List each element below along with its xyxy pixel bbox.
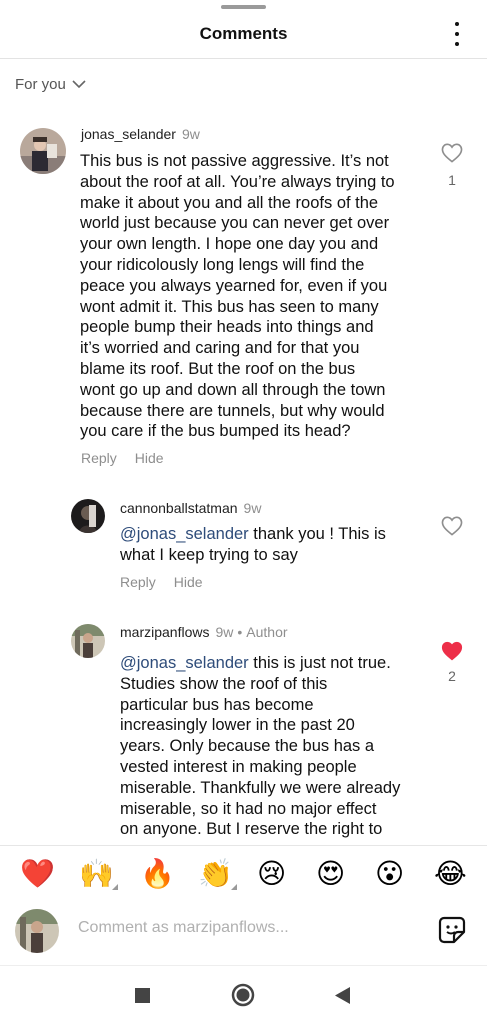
- comment-line: @jonas_selander this is just not true.: [120, 653, 430, 674]
- raising-hands-emoji-button[interactable]: 🙌: [79, 857, 118, 890]
- avatar[interactable]: [20, 128, 66, 174]
- heart-icon[interactable]: [441, 516, 463, 541]
- comment-line: world just because you can never get ove…: [80, 214, 390, 233]
- comment-text: @jonas_selander this is just not true. S…: [120, 653, 430, 840]
- comment-line: wont go up and down all through the town: [80, 380, 386, 399]
- comment-actions: Reply Hide: [81, 450, 182, 466]
- like-count: 2: [448, 668, 456, 684]
- comment-line: This bus is not passive aggressive. It’s…: [80, 152, 389, 170]
- crying-face-emoji-button[interactable]: 😢: [257, 858, 286, 890]
- sort-dropdown[interactable]: For you: [15, 76, 86, 93]
- heart-icon[interactable]: [441, 143, 463, 168]
- hide-button[interactable]: Hide: [174, 574, 203, 590]
- clapping-hands-emoji-button[interactable]: 👏: [198, 857, 237, 890]
- comment-line: your ridicolously long lengs will find t…: [80, 255, 365, 274]
- comment-line: on anyone. But I reserve the right to: [120, 820, 383, 839]
- comment-line: about the roof at all. You’re always try…: [80, 172, 395, 191]
- timestamp: 9w: [215, 624, 234, 640]
- comment-line: you care if the bus bumped its head?: [80, 422, 351, 441]
- comment-actions: Reply Hide: [120, 574, 221, 590]
- sort-label: For you: [15, 76, 66, 93]
- drag-handle[interactable]: [221, 5, 266, 9]
- comment-line: blame its roof. But the roof on the bus: [80, 359, 356, 378]
- heart-filled-icon[interactable]: [441, 641, 463, 666]
- system-nav-bar: [0, 965, 487, 1025]
- avatar[interactable]: [71, 499, 105, 533]
- separator-dot: •: [237, 624, 243, 640]
- username[interactable]: jonas_selander: [81, 126, 176, 142]
- comment-line: make it about you and all the roofs of t…: [80, 193, 379, 212]
- comment-line: @jonas_selander thank you ! This is: [120, 524, 430, 545]
- timestamp: 9w: [243, 500, 262, 516]
- comment-line: Studies show the roof of this: [120, 674, 328, 693]
- home-icon[interactable]: [231, 983, 255, 1007]
- comment-line: years. Only because the bus has a: [120, 737, 375, 756]
- reply-button[interactable]: Reply: [120, 574, 156, 590]
- comment-line: wont admit it. This bus has seen to many: [80, 297, 379, 316]
- fire-emoji-button[interactable]: 🔥: [140, 858, 175, 890]
- red-heart-emoji-button[interactable]: ❤️: [20, 858, 55, 890]
- more-vertical-icon[interactable]: [449, 22, 465, 46]
- username[interactable]: marzipanflows: [120, 624, 209, 640]
- comment-header: cannonballstatman 9w: [120, 500, 261, 516]
- reply-button[interactable]: Reply: [81, 450, 117, 466]
- skin-tone-indicator: [230, 884, 237, 890]
- surprised-face-emoji-button[interactable]: 😮: [375, 858, 404, 890]
- comment-text-fragment: thank you ! This is: [248, 525, 386, 543]
- page-title: Comments: [199, 24, 288, 43]
- comment-line: people bump their heads into things and: [80, 318, 374, 337]
- comment-text: This bus is not passive aggressive. It’s…: [80, 151, 430, 442]
- header: Comments: [0, 14, 487, 54]
- header-divider: [0, 58, 487, 59]
- comment-header: marzipanflows 9w • Author: [120, 624, 288, 640]
- comment-line: miserable. Thankfully we were already: [120, 778, 401, 797]
- comment-text-fragment: this is just not true.: [248, 654, 391, 672]
- comment-input[interactable]: Comment as marzipanflows...: [78, 919, 289, 937]
- comment-line: because there are tunnels, but why would: [80, 401, 385, 420]
- author-badge: Author: [246, 624, 288, 640]
- username[interactable]: cannonballstatman: [120, 500, 238, 516]
- comment-line: peace you always yearned for, even if yo…: [80, 276, 388, 295]
- back-icon[interactable]: [335, 987, 350, 1004]
- emoji-bar: ❤️ 🙌 🔥 👏 😢 😍 😮 😂: [0, 845, 487, 904]
- comment-line: increasingly lower in the past 20: [120, 716, 355, 735]
- heart-eyes-emoji-button[interactable]: 😍: [316, 858, 345, 890]
- emoji-glyph: 👏: [198, 857, 233, 890]
- comment-line: what I keep trying to say: [120, 545, 298, 564]
- mention-link[interactable]: @jonas_selander: [120, 654, 249, 672]
- comment-line: miserable, so it had no major effect: [120, 799, 377, 818]
- laughing-emoji-button[interactable]: 😂: [434, 858, 467, 890]
- emoji-glyph: 🙌: [79, 857, 114, 890]
- sticker-icon[interactable]: [438, 916, 466, 949]
- avatar[interactable]: [71, 624, 105, 658]
- chevron-down-icon: [72, 80, 86, 89]
- comment-line: your own length. I hope one day you and: [80, 235, 379, 254]
- avatar: [15, 909, 59, 953]
- comment-line: particular bus has become: [120, 695, 314, 714]
- comment-header: jonas_selander 9w: [81, 126, 200, 142]
- timestamp: 9w: [181, 126, 200, 142]
- comment-line: it’s worried and caring and for that you: [80, 339, 360, 358]
- comment-text: @jonas_selander thank you ! This is what…: [120, 524, 430, 566]
- comment-composer: Comment as marzipanflows...: [0, 903, 487, 965]
- comment-line: vested interest in making people: [120, 757, 357, 776]
- recents-icon[interactable]: [135, 988, 150, 1003]
- like-count: 1: [448, 172, 456, 188]
- mention-link[interactable]: @jonas_selander: [120, 525, 249, 543]
- hide-button[interactable]: Hide: [135, 450, 164, 466]
- skin-tone-indicator: [111, 884, 118, 890]
